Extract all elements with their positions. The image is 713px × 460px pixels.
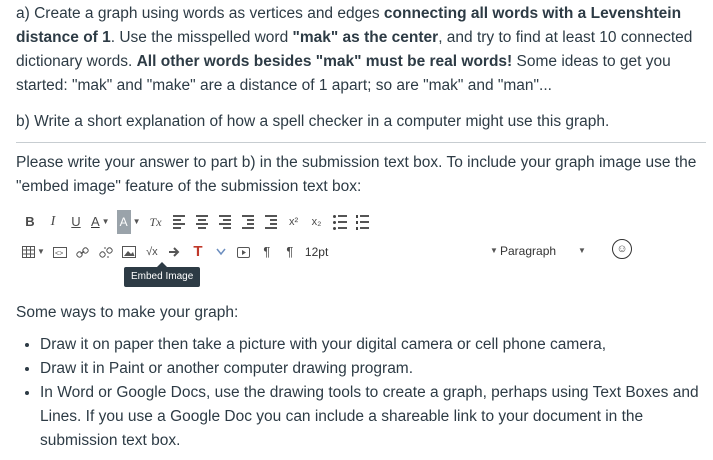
embed-media-button[interactable]: <> (52, 241, 68, 263)
rich-text-editor-toolbar: B I U A ▼ A ▼ Tx x² x₂ ▼ <> √x T ¶ ¶ 12p… (16, 209, 632, 287)
background-color-button[interactable]: A ▼ (116, 210, 141, 234)
font-size-select[interactable]: 12pt (305, 241, 328, 263)
ways-title: Some ways to make your graph: (16, 304, 239, 321)
part-a-seg-6: All other words besides "mak" must be re… (136, 53, 513, 70)
font-color-button[interactable]: A ▼ (91, 211, 110, 233)
align-center-button[interactable] (194, 211, 210, 233)
unlink-icon (99, 246, 113, 258)
svg-text:<>: <> (55, 250, 63, 257)
toolbar-row-2: ▼ <> √x T ¶ ¶ 12pt ▼ Paragraph ▼ ☺ (22, 239, 632, 265)
chevron-down-icon: ▼ (37, 247, 45, 256)
external-tools-button[interactable] (167, 241, 183, 263)
align-right-icon (218, 213, 231, 231)
link-button[interactable] (75, 241, 91, 263)
media-dropdown-button[interactable] (213, 241, 229, 263)
chevron-down-icon: ▼ (132, 217, 141, 226)
outdent-icon (264, 213, 277, 231)
part-b-text: b) Write a short explanation of how a sp… (16, 113, 610, 130)
align-left-icon (172, 213, 185, 231)
clear-formatting-button[interactable]: Tx (148, 211, 164, 233)
numbered-list-icon (356, 213, 370, 231)
accessibility-icon: ☺ (616, 243, 628, 255)
image-icon (121, 246, 136, 258)
background-color-icon: A (116, 210, 131, 234)
ltr-button[interactable]: ¶ (259, 241, 275, 263)
bullet-list-button[interactable] (332, 211, 348, 233)
text-tools-button[interactable]: T (190, 241, 206, 263)
media-icon (237, 246, 251, 258)
align-center-icon (195, 213, 208, 231)
bullet-list-icon (332, 213, 347, 231)
equation-button[interactable]: √x (144, 241, 160, 263)
indent-button[interactable] (240, 211, 256, 233)
table-icon (22, 246, 35, 258)
align-right-button[interactable] (217, 211, 233, 233)
list-item: Draw it on paper then take a picture wit… (40, 333, 699, 357)
embed-image-button[interactable] (121, 241, 137, 263)
block-format-select[interactable]: Paragraph ▼ (500, 239, 598, 263)
plug-icon (169, 247, 180, 257)
unlink-button[interactable] (98, 241, 114, 263)
table-button[interactable]: ▼ (22, 241, 45, 263)
font-size-value: 12pt (304, 245, 329, 259)
part-a-seg-3: . Use the misspelled word (110, 29, 293, 46)
chevron-down-icon: ▼ (101, 217, 110, 226)
ways-list: Draw it on paper then take a picture wit… (16, 333, 699, 453)
chevron-down-icon: ▼ (578, 246, 586, 255)
instructions-text: Please write your answer to part b) in t… (16, 154, 697, 195)
assignment-content: a) Create a graph using words as vertice… (0, 0, 713, 453)
accessibility-checker-button[interactable]: ☺ (612, 239, 632, 259)
indent-icon (241, 213, 254, 231)
subscript-button[interactable]: x₂ (309, 211, 325, 233)
list-item: In Word or Google Docs, use the drawing … (40, 381, 699, 453)
list-item: Draw it in Paint or another computer dra… (40, 357, 699, 381)
rtl-button[interactable]: ¶ (282, 241, 298, 263)
part-a-seg-4: "mak" as the center (292, 29, 439, 46)
embed-icon: <> (52, 246, 67, 258)
embed-image-tooltip: Embed Image (124, 262, 201, 287)
font-color-icon: A (91, 214, 100, 229)
outdent-button[interactable] (263, 211, 279, 233)
superscript-button[interactable]: x² (286, 211, 302, 233)
italic-button[interactable]: I (45, 211, 61, 233)
divider (16, 142, 706, 143)
underline-button[interactable]: U (68, 211, 84, 233)
link-icon (76, 246, 90, 258)
numbered-list-button[interactable] (355, 211, 371, 233)
chevron-down-icon[interactable]: ▼ (490, 239, 498, 263)
record-media-button[interactable] (236, 241, 252, 263)
chevron-down-icon (216, 248, 226, 256)
toolbar-row-1: B I U A ▼ A ▼ Tx x² x₂ (22, 209, 628, 235)
align-left-button[interactable] (171, 211, 187, 233)
part-a-seg-1: a) Create a graph using words as vertice… (16, 5, 384, 22)
bold-button[interactable]: B (22, 211, 38, 233)
block-format-value: Paragraph (500, 244, 557, 258)
part-a-text: a) Create a graph using words as vertice… (16, 0, 699, 98)
